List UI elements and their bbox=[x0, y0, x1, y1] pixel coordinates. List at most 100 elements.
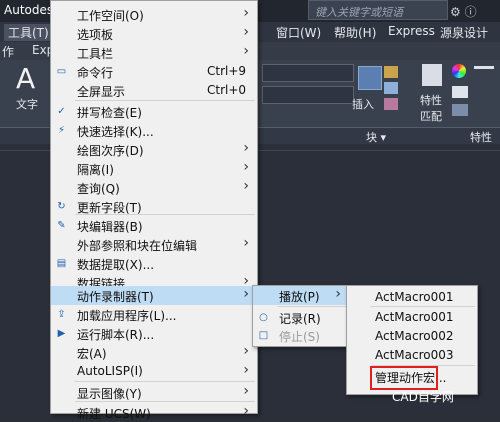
recorder-menu-item: □ 停止(S) bbox=[253, 326, 349, 345]
tools-menu-label: 选项板 bbox=[77, 28, 114, 42]
menu-separator bbox=[277, 306, 347, 307]
action-recorder-menu: 播放(P) › ○ 记录(R) □ 停止(S) bbox=[252, 285, 350, 347]
ribbon-tab-action[interactable]: 作 bbox=[2, 43, 14, 60]
spellcheck-icon: ✓ bbox=[57, 106, 66, 117]
props-panel-label[interactable]: 特性 bbox=[470, 129, 492, 145]
chevron-right-icon: › bbox=[243, 24, 249, 40]
tools-menu-item[interactable]: ⚡ 快速选择(K)... bbox=[51, 121, 257, 140]
run-script-icon: ▶ bbox=[57, 328, 66, 339]
chevron-right-icon: › bbox=[243, 43, 249, 59]
chevron-right-icon: › bbox=[243, 362, 249, 378]
tools-menu-item[interactable]: ▭ 命令行 Ctrl+9 bbox=[51, 62, 257, 81]
play-menu-item[interactable]: ActMacro003 bbox=[347, 346, 477, 365]
update-field-icon: ↻ bbox=[57, 201, 66, 212]
menu-separator bbox=[371, 306, 475, 307]
highlight-annotation bbox=[370, 366, 438, 390]
tools-menu-label: 全屏显示 bbox=[77, 85, 126, 99]
menu-separator bbox=[75, 100, 255, 101]
tools-menu-item[interactable]: AutoLISP(I) › bbox=[51, 362, 257, 381]
chevron-right-icon: › bbox=[243, 403, 249, 419]
cmdline-icon: ▭ bbox=[56, 66, 67, 77]
recorder-menu-item[interactable]: ○ 记录(R) bbox=[253, 308, 349, 327]
play-menu-item[interactable]: ActMacro001 bbox=[347, 308, 477, 327]
layer-dropdown[interactable] bbox=[262, 64, 354, 82]
play-menu-label: ActMacro003 bbox=[375, 348, 454, 362]
recorder-menu-item[interactable]: 播放(P) › bbox=[253, 286, 349, 305]
shortcut-label: Ctrl+0 bbox=[207, 83, 247, 97]
menu-separator bbox=[75, 401, 255, 402]
chevron-right-icon: › bbox=[243, 235, 249, 251]
play-menu-item[interactable]: ActMacro001 bbox=[347, 288, 477, 307]
tools-menu-item[interactable]: 宏(A) › bbox=[51, 343, 257, 362]
insert-label[interactable]: 插入 bbox=[352, 96, 374, 112]
edit-attr-icon[interactable] bbox=[384, 98, 398, 110]
tools-menu-label: 运行脚本(R)... bbox=[77, 328, 155, 342]
shortcut-label: Ctrl+9 bbox=[207, 64, 247, 78]
tools-menu-label: 动作录制器(T) bbox=[77, 290, 154, 304]
create-block-icon[interactable] bbox=[384, 66, 398, 78]
tools-menu-item[interactable]: 外部参照和块在位编辑 › bbox=[51, 235, 257, 254]
tools-menu-label: 宏(A) bbox=[77, 347, 107, 361]
linetype-icon[interactable] bbox=[452, 86, 468, 98]
tools-menu-item[interactable]: ▶ 运行脚本(R)... bbox=[51, 324, 257, 343]
tools-menu-item[interactable]: ✓ 拼写检查(E) bbox=[51, 102, 257, 121]
tools-menu-item[interactable]: 工具栏 › bbox=[51, 43, 257, 62]
text-tool-label[interactable]: 文字 bbox=[16, 96, 38, 112]
color-wheel-icon[interactable] bbox=[452, 64, 466, 78]
search-input[interactable]: 键入关键字或短语 bbox=[308, 0, 448, 20]
block-editor-icon: ✎ bbox=[57, 220, 66, 231]
style-dropdown[interactable] bbox=[262, 86, 354, 104]
tools-menu-item[interactable]: 查询(Q) › bbox=[51, 178, 257, 197]
chevron-right-icon: › bbox=[243, 140, 249, 156]
play-menu-label: ActMacro001 bbox=[375, 310, 454, 324]
watermark: CAD自学网 bbox=[392, 390, 454, 404]
tools-menu-item[interactable]: ▤ 数据提取(X)... bbox=[51, 254, 257, 273]
tools-menu-item[interactable]: 全屏显示 Ctrl+0 bbox=[51, 81, 257, 100]
tools-menu-label: 查询(Q) bbox=[77, 182, 120, 196]
play-menu-item[interactable]: ActMacro002 bbox=[347, 327, 477, 346]
tools-menu-item[interactable]: ✎ 块编辑器(B) bbox=[51, 216, 257, 235]
tools-menu-label: 隔离(I) bbox=[77, 163, 114, 177]
search-placeholder: 键入关键字或短语 bbox=[315, 6, 403, 19]
tools-menu: 工作空间(O) › 选项板 › 工具栏 › ▭ 命令行 Ctrl+9 全屏显示 Ctrl+0 ✓ 拼写检… bbox=[50, 0, 258, 421]
text-tool-icon[interactable]: A bbox=[16, 62, 35, 95]
menu-window[interactable]: 窗口(W) bbox=[276, 24, 321, 41]
chevron-right-icon: › bbox=[243, 286, 249, 302]
tools-menu-label: 快速选择(K)... bbox=[77, 125, 154, 139]
record-icon: ○ bbox=[259, 312, 268, 323]
stop-icon: □ bbox=[258, 330, 269, 341]
match-properties-icon[interactable] bbox=[422, 64, 442, 86]
tools-menu-label: 数据提取(X)... bbox=[77, 258, 155, 272]
insert-block-icon[interactable] bbox=[358, 66, 382, 90]
recorder-menu-label: 停止(S) bbox=[279, 330, 320, 344]
title-icons: ⚙ ⓘ bbox=[450, 5, 477, 19]
list-icon[interactable] bbox=[452, 104, 468, 116]
tools-menu-item[interactable]: 新建 UCS(W) › bbox=[51, 403, 257, 422]
menu-separator bbox=[75, 381, 255, 382]
menu-express[interactable]: Express bbox=[388, 24, 435, 38]
block-panel-label[interactable]: 块 ▾ bbox=[366, 129, 386, 145]
tools-menu-label: AutoLISP(I) bbox=[77, 364, 143, 378]
tools-menu-item[interactable]: 选项板 › bbox=[51, 24, 257, 43]
tools-menu-label: 拼写检查(E) bbox=[77, 106, 142, 120]
play-menu-label: ActMacro002 bbox=[375, 329, 454, 343]
edit-block-icon[interactable] bbox=[384, 82, 398, 94]
menu-help[interactable]: 帮助(H) bbox=[334, 24, 376, 41]
chevron-right-icon: › bbox=[243, 343, 249, 359]
play-menu-label: ActMacro001 bbox=[375, 290, 454, 304]
menu-yuanquan[interactable]: 源泉设计 bbox=[440, 24, 488, 41]
tools-menu-label: 工作空间(O) bbox=[77, 9, 144, 23]
tools-menu-item[interactable]: 显示图像(Y) › bbox=[51, 383, 257, 402]
tools-menu-item[interactable]: 动作录制器(T) › bbox=[51, 286, 257, 305]
recorder-menu-label: 记录(R) bbox=[279, 312, 321, 326]
props-label[interactable]: 特性 bbox=[420, 92, 442, 108]
tools-menu-item[interactable]: ⇪ 加载应用程序(L)... bbox=[51, 305, 257, 324]
lineweight-icon[interactable] bbox=[474, 66, 494, 69]
tools-menu-item[interactable]: 绘图次序(D) › bbox=[51, 140, 257, 159]
tools-menu-item[interactable]: 工作空间(O) › bbox=[51, 5, 257, 24]
tools-menu-item[interactable]: 隔离(I) › bbox=[51, 159, 257, 178]
menu-separator bbox=[75, 214, 255, 215]
match-label[interactable]: 匹配 bbox=[420, 108, 442, 124]
menu-tools[interactable]: 工具(T) bbox=[4, 24, 53, 41]
recorder-menu-label: 播放(P) bbox=[279, 290, 320, 304]
